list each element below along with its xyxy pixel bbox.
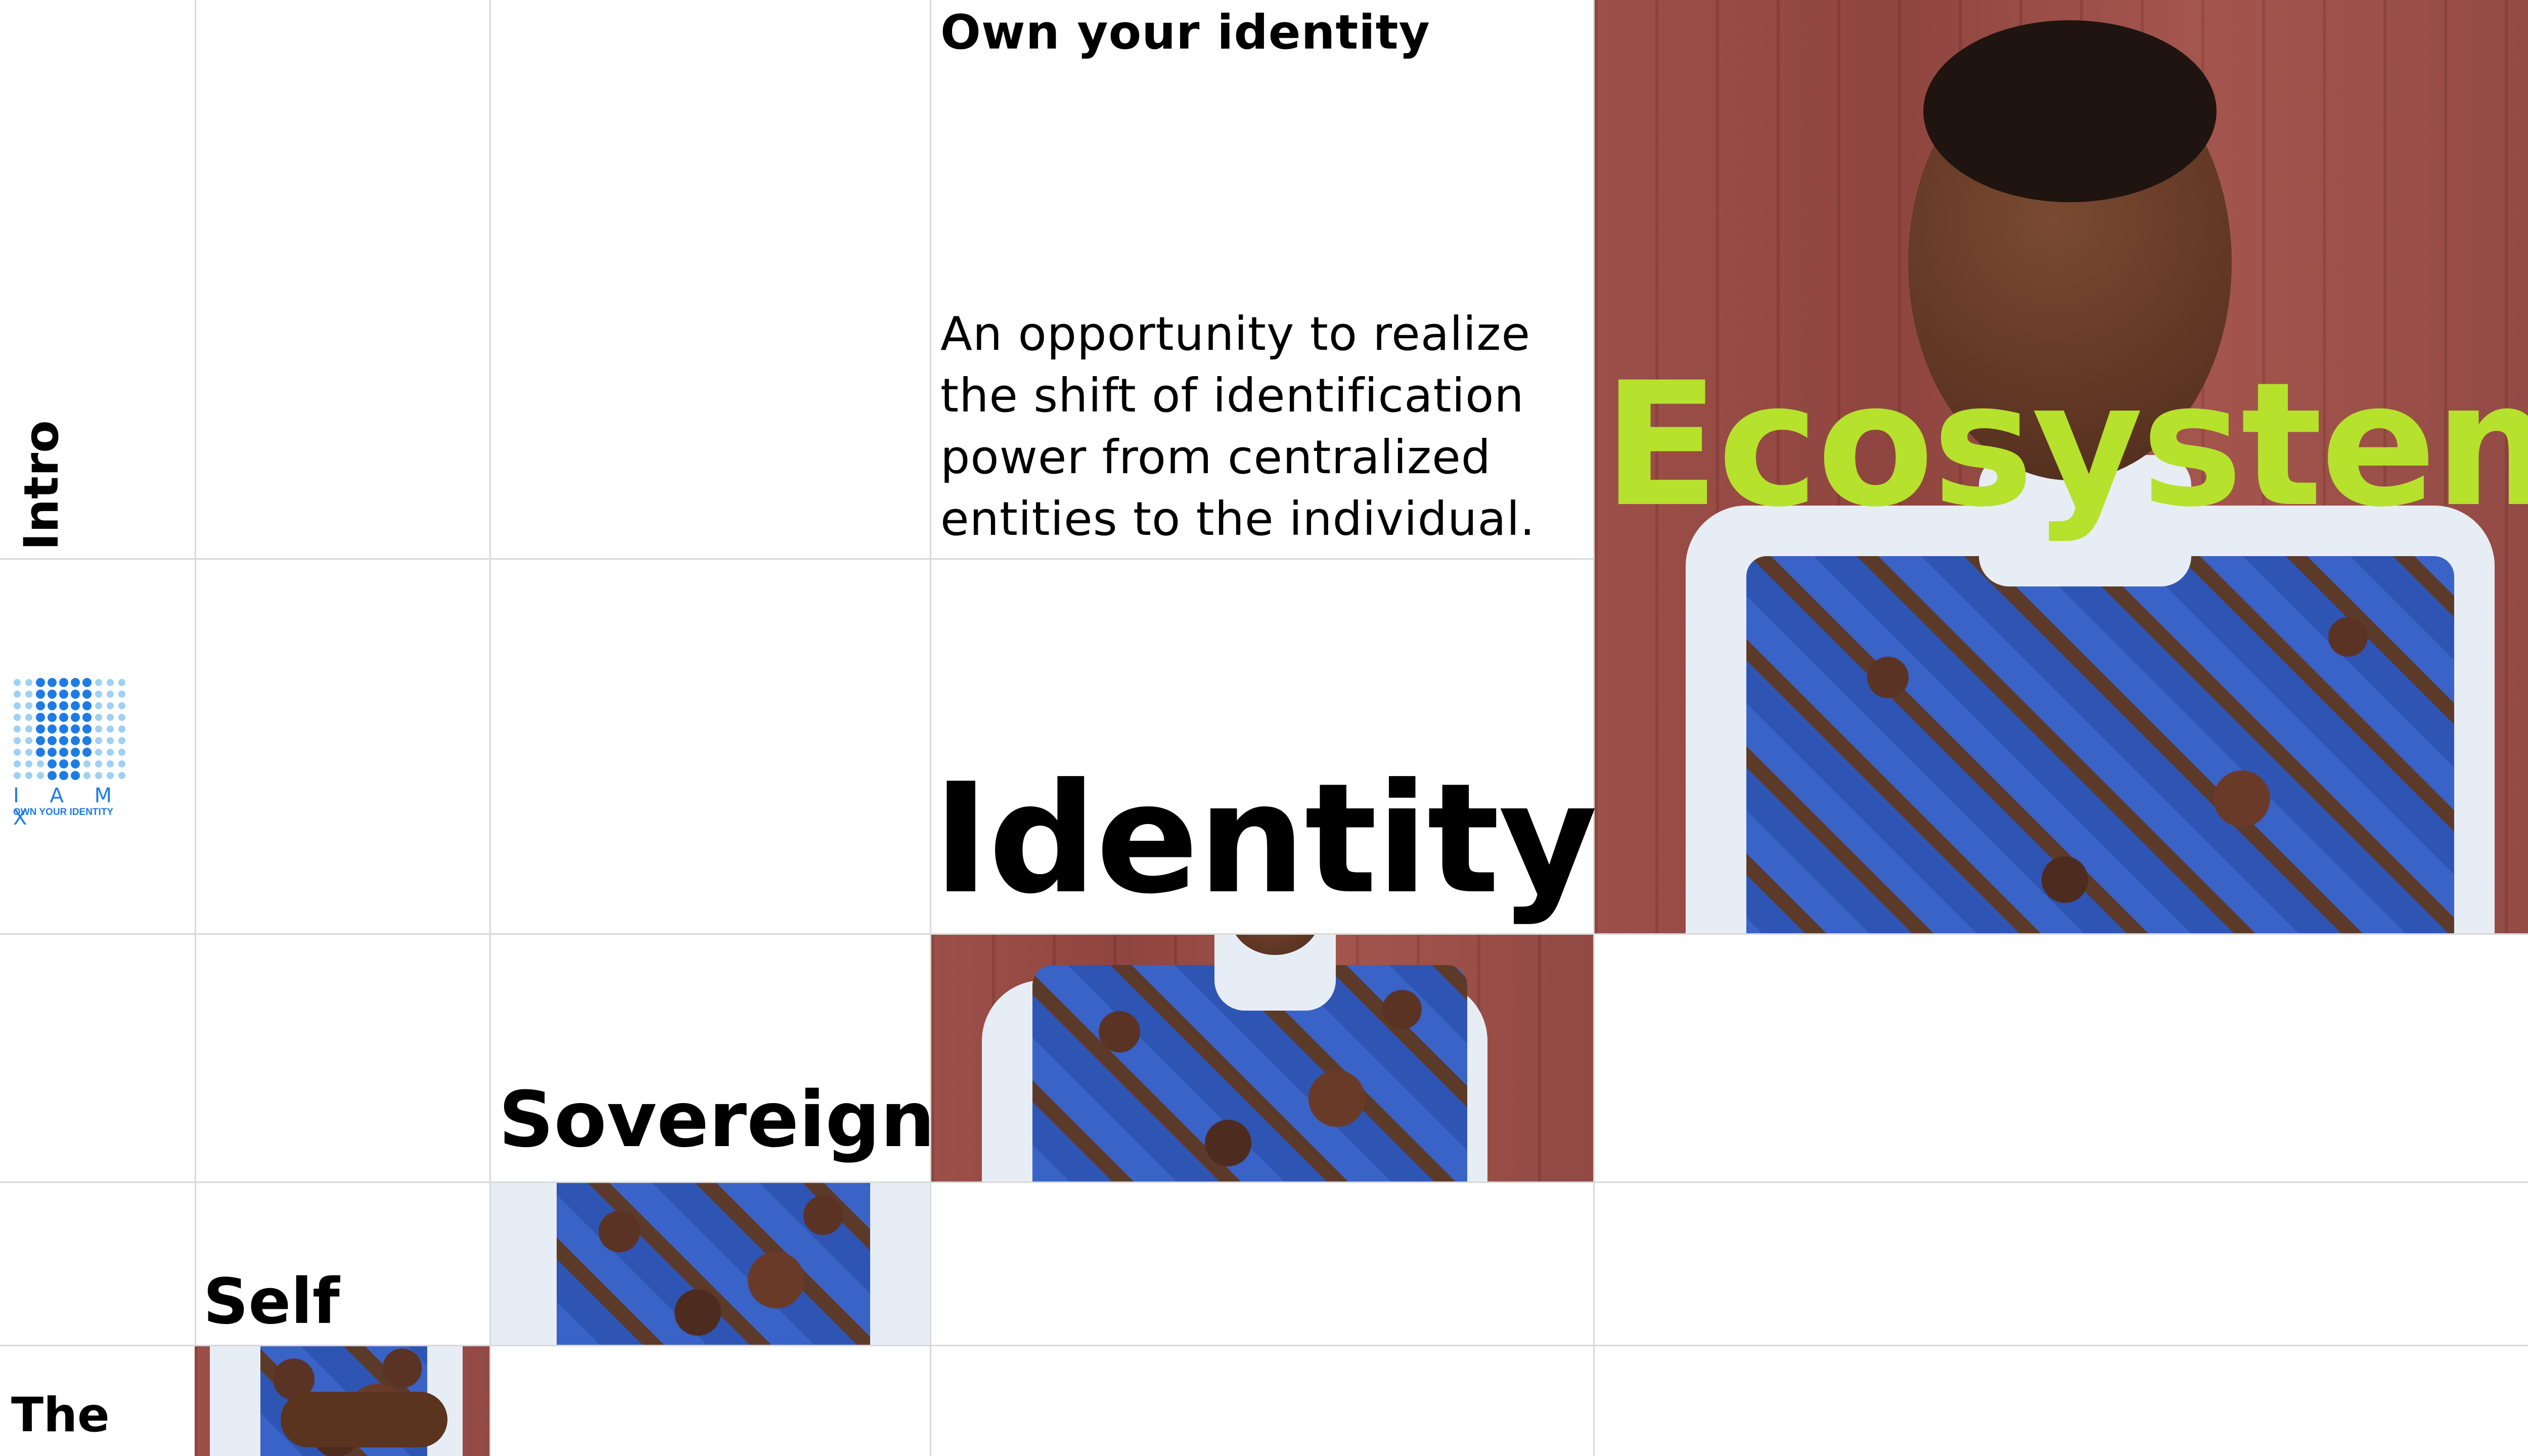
word-the: The — [11, 1388, 110, 1443]
paragraph-line: the shift of identification — [940, 369, 1524, 423]
grid-line-horizontal — [0, 558, 1594, 560]
paragraph-line: An opportunity to realize — [940, 307, 1531, 361]
iamx-logo: I A M X OWN YOUR IDENTITY — [12, 677, 139, 829]
paragraph-line: power from centralized — [940, 430, 1492, 484]
word-sovereign: Sovereign — [499, 1075, 935, 1164]
paragraph-line: entities to the individual. — [940, 492, 1536, 546]
logo-dot-grid-icon — [14, 678, 125, 780]
grid-line-vertical — [930, 0, 931, 1456]
heading-own-your-identity: Own your identity — [940, 5, 1430, 60]
grid-line-vertical — [195, 0, 196, 1456]
portrait-photo-medium — [931, 935, 1593, 1181]
word-self: Self — [203, 1265, 340, 1338]
logo-tagline: OWN YOUR IDENTITY — [13, 807, 114, 817]
word-identity: Identity — [933, 751, 1598, 927]
portrait-photo-small — [491, 1183, 930, 1345]
intro-paragraph: An opportunity to realize the shift of i… — [940, 303, 1536, 550]
portrait-photo-tiny — [195, 1346, 489, 1456]
section-label-intro: Intro — [14, 420, 69, 551]
word-ecosystem: Ecosystem — [1603, 345, 2528, 544]
grid-line-horizontal — [0, 1181, 2528, 1183]
